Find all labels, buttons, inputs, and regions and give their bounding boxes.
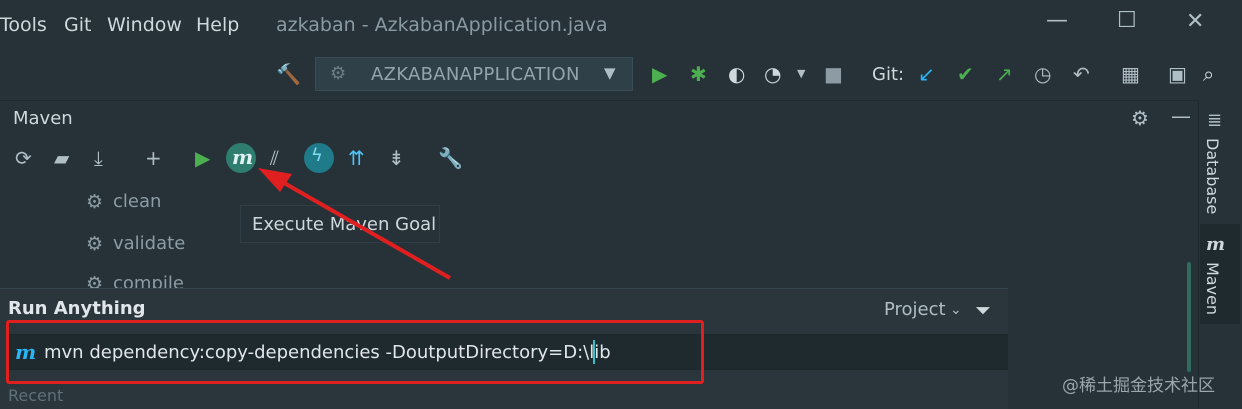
annotation-arrow (258, 168, 451, 280)
arrow-head (258, 168, 292, 192)
watermark: @稀土掘金技术社区 (1062, 376, 1215, 396)
arrow-line (271, 174, 451, 280)
